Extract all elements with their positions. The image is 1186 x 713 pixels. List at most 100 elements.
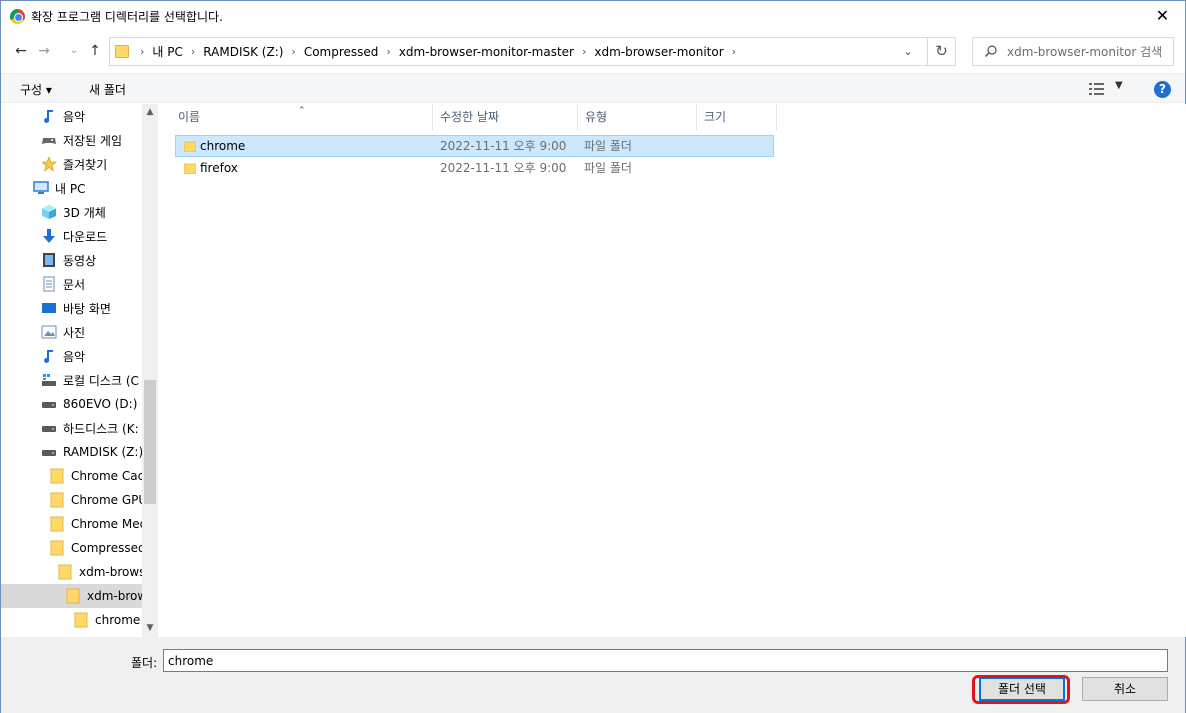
game-icon	[41, 132, 57, 148]
cancel-button[interactable]: 취소	[1082, 677, 1168, 701]
nav-item-label: Chrome Cach	[71, 469, 152, 483]
column-header-size[interactable]: 크기	[697, 104, 777, 130]
nav-item-folder[interactable]: Chrome Med	[49, 512, 147, 536]
column-header-label: 크기	[704, 110, 727, 124]
new-folder-button[interactable]: 새 폴더	[89, 81, 126, 98]
cube-icon	[41, 204, 57, 220]
recent-locations-chevron-icon[interactable]: ⌄	[63, 40, 85, 62]
nav-item-pictures[interactable]: 사진	[41, 320, 85, 344]
breadcrumb-item[interactable]: xdm-browser-monitor-master	[399, 45, 574, 59]
search-input[interactable]	[1007, 42, 1169, 62]
breadcrumb-separator-icon[interactable]: ›	[283, 45, 303, 58]
folder-name-input[interactable]	[163, 649, 1168, 672]
up-arrow-icon[interactable]: ↑	[84, 40, 106, 62]
nav-item-3d-objects[interactable]: 3D 개체	[41, 200, 106, 224]
folder-icon	[49, 516, 65, 532]
folder-icon	[49, 468, 65, 484]
scroll-up-chevron-icon[interactable]: ▲	[142, 104, 158, 121]
breadcrumb-separator-icon[interactable]: ›	[183, 45, 203, 58]
drive-c-icon	[41, 372, 57, 388]
folder-icon	[115, 45, 129, 58]
nav-item-documents[interactable]: 문서	[41, 272, 85, 296]
refresh-icon[interactable]: ↻	[927, 38, 955, 65]
address-history-chevron-icon[interactable]: ⌄	[899, 38, 917, 65]
nav-item-label: 860EVO (D:)	[63, 397, 138, 411]
title-bar: 확장 프로그램 디렉터리를 선택합니다. ✕	[1, 1, 1185, 32]
download-icon	[41, 228, 57, 244]
column-header-type[interactable]: 유형	[578, 104, 697, 130]
scrollbar-thumb[interactable]	[144, 380, 156, 504]
folder-field-label: 폴더:	[131, 656, 158, 670]
folder-icon	[49, 540, 65, 556]
music-icon	[41, 348, 57, 364]
nav-item-folder[interactable]: Chrome Cach	[49, 464, 152, 488]
nav-item-label: 음악	[63, 349, 86, 364]
nav-item-label: 내 PC	[55, 181, 86, 196]
nav-item-local-disk-c[interactable]: 로컬 디스크 (C	[41, 368, 139, 392]
navigation-pane: 음악 저장된 게임 즐겨찾기 내 PC 3D 개체 다운로드 동영상 문서 바탕…	[1, 104, 159, 637]
breadcrumb: › 내 PC › RAMDISK (Z:) › Compressed › xdm…	[132, 38, 744, 65]
breadcrumb-separator-icon[interactable]: ›	[574, 45, 594, 58]
back-arrow-icon[interactable]: ←	[10, 40, 32, 62]
breadcrumb-item[interactable]: Compressed	[304, 45, 379, 59]
breadcrumb-separator-icon[interactable]: ›	[378, 45, 398, 58]
nav-item-label: 바탕 화면	[63, 301, 111, 316]
breadcrumb-separator-icon[interactable]: ›	[132, 45, 152, 58]
nav-item-label: RAMDISK (Z:)	[63, 445, 144, 459]
nav-item-label: 3D 개체	[63, 205, 106, 220]
nav-item-label: Compressed	[71, 541, 146, 555]
nav-item-drive-z[interactable]: RAMDISK (Z:)	[41, 440, 143, 464]
nav-item-videos[interactable]: 동영상	[41, 248, 96, 272]
nav-item-folder[interactable]: xdm-browse	[57, 560, 153, 584]
nav-item-folder[interactable]: chrome	[73, 608, 140, 632]
column-header-label: 수정한 날짜	[440, 110, 500, 124]
select-folder-button[interactable]: 폴더 선택	[979, 677, 1065, 701]
nav-item-desktop[interactable]: 바탕 화면	[41, 296, 111, 320]
breadcrumb-item[interactable]: RAMDISK (Z:)	[203, 45, 283, 59]
scroll-down-chevron-icon[interactable]: ▼	[142, 620, 158, 637]
nav-item-music[interactable]: 음악	[41, 344, 85, 368]
nav-item-folder-selected[interactable]: xdm-brow	[1, 584, 147, 608]
breadcrumb-separator-icon[interactable]: ›	[724, 45, 744, 58]
nav-item-saved-games[interactable]: 저장된 게임	[41, 128, 122, 152]
nav-item-label: chrome	[95, 613, 141, 627]
help-icon[interactable]: ?	[1154, 81, 1171, 98]
address-row: ← → ⌄ ↑ › 내 PC › RAMDISK (Z:) › Compress…	[1, 32, 1185, 70]
nav-item-label: 다운로드	[63, 229, 108, 244]
column-header-label: 이름	[178, 110, 201, 124]
column-header-date[interactable]: 수정한 날짜	[433, 104, 578, 130]
close-button[interactable]: ✕	[1140, 1, 1185, 31]
nav-item-this-pc[interactable]: 내 PC	[33, 176, 85, 200]
file-row[interactable]: firefox 2022-11-11 오후 9:00 파일 폴더	[175, 157, 774, 179]
document-icon	[41, 276, 57, 292]
nav-item-label: 로컬 디스크 (C	[63, 373, 139, 388]
file-date: 2022-11-11 오후 9:00	[440, 139, 567, 153]
folder-picker-dialog: 확장 프로그램 디렉터리를 선택합니다. ✕ ← → ⌄ ↑ › 내 PC › …	[0, 0, 1186, 713]
nav-scrollbar[interactable]: ▲ ▼	[142, 104, 158, 637]
nav-item-folder[interactable]: Chrome GPU	[49, 488, 147, 512]
nav-item-favorites[interactable]: 즐겨찾기	[41, 152, 107, 176]
video-icon	[41, 252, 57, 268]
nav-item-label: xdm-brow	[87, 589, 148, 603]
folder-icon	[57, 564, 73, 580]
address-bar[interactable]: › 내 PC › RAMDISK (Z:) › Compressed › xdm…	[109, 37, 956, 66]
nav-item-label: 즐겨찾기	[63, 157, 108, 172]
nav-item-folder[interactable]: Compressed	[49, 536, 146, 560]
breadcrumb-item[interactable]: 내 PC	[152, 43, 182, 60]
forward-arrow-icon[interactable]: →	[33, 40, 55, 62]
search-box[interactable]	[972, 37, 1174, 66]
nav-item-drive-d[interactable]: 860EVO (D:)	[41, 392, 137, 416]
view-dropdown-chevron-icon[interactable]: ▼	[1115, 80, 1123, 91]
nav-item-music[interactable]: 음악	[41, 104, 85, 128]
organize-button[interactable]: 구성 ▾	[20, 81, 52, 98]
nav-item-drive-k[interactable]: 하드디스크 (K:	[41, 416, 139, 440]
nav-item-downloads[interactable]: 다운로드	[41, 224, 107, 248]
column-header-name[interactable]: 이름 ⌃	[171, 104, 433, 130]
folder-icon	[65, 588, 81, 604]
picture-icon	[41, 324, 57, 340]
folder-icon	[184, 141, 196, 152]
view-options-icon[interactable]	[1089, 82, 1107, 96]
file-type: 파일 폴더	[584, 161, 632, 175]
breadcrumb-item[interactable]: xdm-browser-monitor	[594, 45, 723, 59]
file-row-selected[interactable]: chrome 2022-11-11 오후 9:00 파일 폴더	[175, 135, 774, 157]
